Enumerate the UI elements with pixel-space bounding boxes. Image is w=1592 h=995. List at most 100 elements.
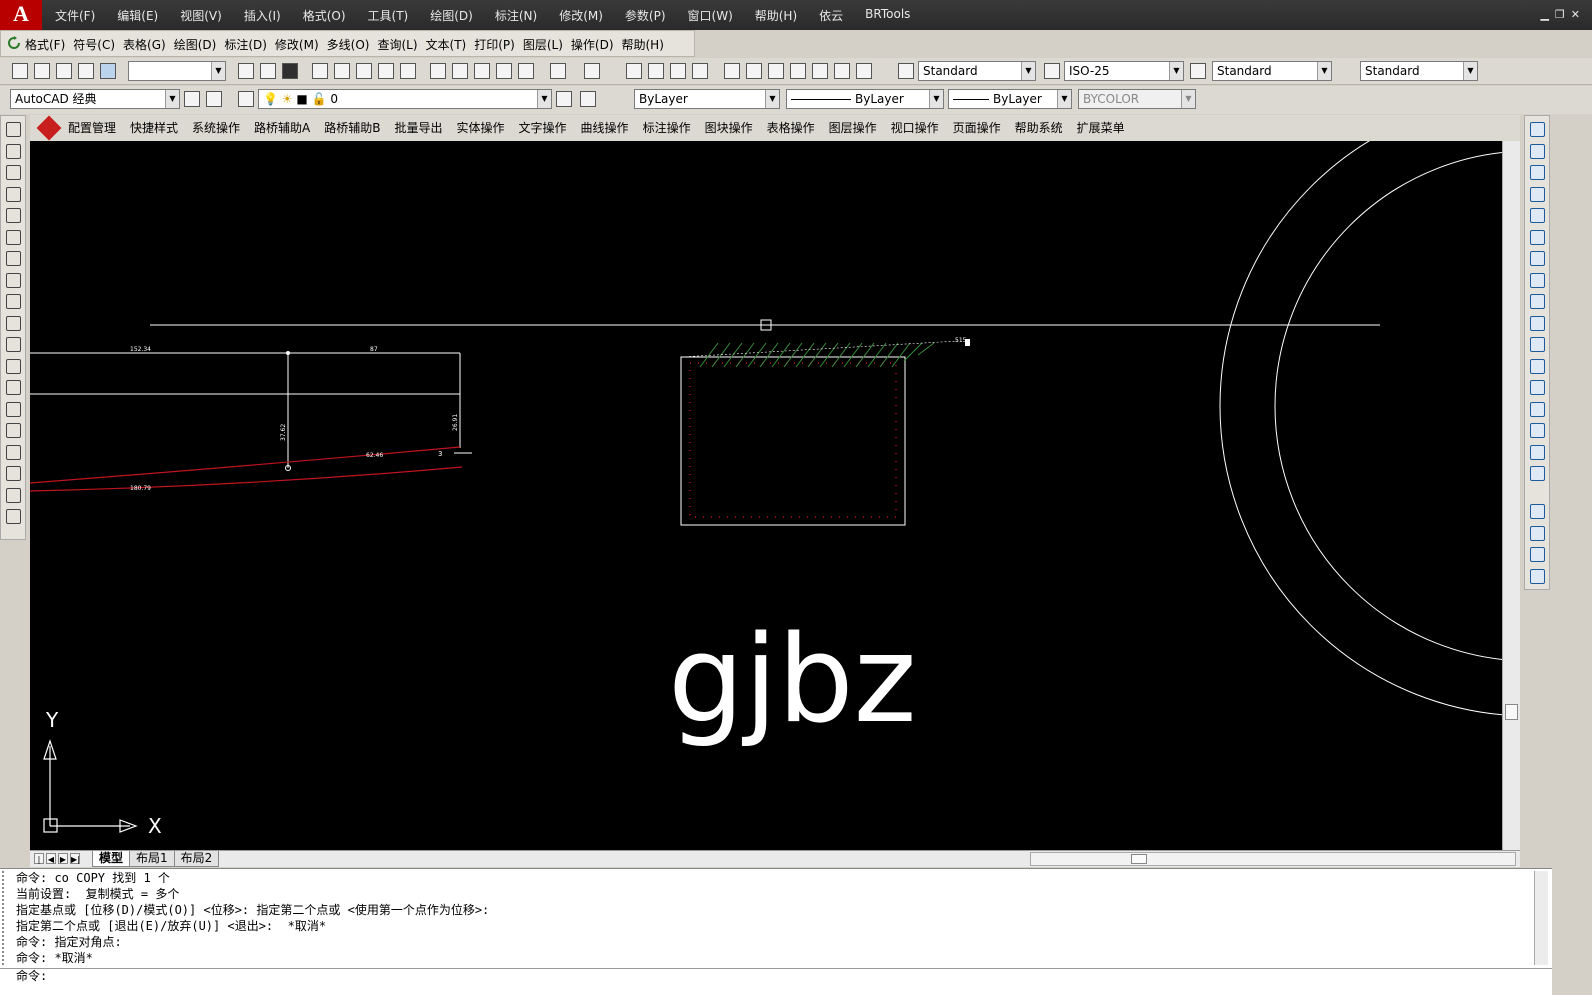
construction-line-icon[interactable]	[6, 143, 21, 159]
pan-icon[interactable]	[626, 63, 642, 79]
calculator-icon[interactable]	[834, 63, 850, 79]
layer-previous-icon[interactable]	[580, 91, 596, 107]
dim-style-dropdown[interactable]: ISO-25 ▼	[1064, 61, 1184, 81]
plugin-menu-item-8[interactable]: 曲线操作	[581, 119, 637, 136]
break-icon[interactable]	[1530, 380, 1545, 395]
custom-menu-item-4[interactable]: 标注(D)	[220, 36, 271, 53]
copy-object-icon[interactable]	[1530, 143, 1545, 159]
menu-item-8[interactable]: 修改(M)	[548, 7, 614, 24]
plugin-menu-item-6[interactable]: 实体操作	[457, 119, 513, 136]
tab-layout1[interactable]: 布局1	[129, 851, 175, 867]
green-hatch[interactable]	[699, 342, 935, 368]
break-at-point-icon[interactable]	[1530, 358, 1545, 374]
zoom-previous-icon[interactable]	[692, 63, 708, 79]
rectangle-icon[interactable]	[6, 208, 21, 223]
big-text-gjbz[interactable]: gjbz	[668, 611, 917, 750]
autocad-logo-icon[interactable]: A	[0, 0, 42, 30]
rectangle-frame[interactable]	[680, 356, 906, 526]
plugin-logo-icon[interactable]	[36, 115, 62, 141]
layer-manager-icon[interactable]	[238, 91, 254, 107]
block-editor-icon[interactable]	[496, 63, 512, 79]
tool-palettes-icon[interactable]	[768, 63, 784, 79]
qnew-icon[interactable]	[238, 63, 254, 79]
plugin-menu-item-1[interactable]: 快捷样式	[130, 119, 186, 136]
folder-open-icon[interactable]	[260, 63, 276, 79]
text-style-dropdown[interactable]: Standard ▼	[918, 61, 1036, 81]
print-icon[interactable]	[78, 63, 94, 79]
drawing-svg[interactable]: 152.34 87 37.62 26.91 62.46 180.79 3 515…	[30, 141, 1502, 850]
menu-item-9[interactable]: 参数(P)	[614, 7, 677, 24]
open-icon[interactable]	[34, 63, 50, 79]
design-center-icon[interactable]	[746, 63, 762, 79]
explode-icon[interactable]	[1530, 466, 1545, 481]
fillet-icon[interactable]	[1530, 444, 1545, 460]
draworder-above-icon[interactable]	[1530, 547, 1545, 562]
plugin-menu-item-5[interactable]: 批量导出	[395, 119, 451, 136]
menu-item-11[interactable]: 帮助(H)	[744, 7, 808, 24]
custom-menu-item-8[interactable]: 文本(T)	[422, 36, 471, 53]
point-icon[interactable]	[6, 401, 21, 417]
plugin-menu-item-16[interactable]: 扩展菜单	[1077, 119, 1133, 136]
menu-item-6[interactable]: 绘图(D)	[419, 7, 484, 24]
text-style-icon[interactable]	[898, 63, 914, 79]
red-curve-lower[interactable]	[30, 466, 463, 492]
redo-icon[interactable]	[584, 63, 600, 79]
plugin-menu-item-13[interactable]: 视口操作	[891, 119, 947, 136]
menu-item-0[interactable]: 文件(F)	[44, 7, 106, 24]
hatch-icon[interactable]	[6, 423, 21, 438]
menu-item-3[interactable]: 插入(I)	[233, 7, 292, 24]
color-dropdown[interactable]: ByLayer ▼	[634, 89, 780, 109]
plugin-menu-item-12[interactable]: 图层操作	[829, 119, 885, 136]
layer-lock-icon[interactable]: 🔓	[312, 92, 327, 106]
table-style-dropdown[interactable]: Standard ▼	[1212, 61, 1332, 81]
first-tab-icon[interactable]: |◀	[34, 853, 44, 875]
custom-menu-item-9[interactable]: 打印(P)	[470, 36, 519, 53]
make-block-icon[interactable]	[6, 380, 21, 395]
custom-menu-item-7[interactable]: 查询(L)	[373, 36, 421, 53]
plot-preview-icon[interactable]	[334, 63, 350, 79]
menu-item-5[interactable]: 工具(T)	[357, 7, 420, 24]
red-dotted-rect[interactable]	[689, 362, 897, 518]
menu-item-7[interactable]: 标注(N)	[484, 7, 548, 24]
brush-icon[interactable]	[518, 63, 534, 79]
gradient-icon[interactable]	[6, 444, 21, 460]
custom-menu-item-6[interactable]: 多线(O)	[323, 36, 374, 53]
stretch-icon[interactable]	[1530, 294, 1545, 309]
layer-color-icon[interactable]: ■	[296, 92, 307, 106]
publish-icon[interactable]	[356, 63, 372, 79]
hatch-grip[interactable]	[965, 339, 970, 346]
toolbar-blank-dropdown[interactable]: ▼	[128, 61, 226, 81]
paste-icon[interactable]	[452, 63, 468, 79]
erase-icon[interactable]	[1530, 122, 1545, 137]
circle-icon[interactable]	[6, 251, 21, 266]
close-icon[interactable]: ✕	[1571, 8, 1580, 21]
line-icon[interactable]	[6, 122, 21, 137]
last-tab-icon[interactable]: ▶|	[70, 853, 80, 864]
chamfer-icon[interactable]	[1530, 423, 1545, 438]
minimize-icon[interactable]: ▁	[1540, 8, 1548, 21]
drawing-canvas[interactable]: 152.34 87 37.62 26.91 62.46 180.79 3 515…	[30, 141, 1502, 850]
scale-icon[interactable]	[1530, 272, 1545, 288]
plugin-menu-item-4[interactable]: 路桥辅助B	[324, 119, 388, 136]
rotate-icon[interactable]	[1530, 251, 1545, 266]
layer-on-icon[interactable]: 💡	[263, 92, 278, 106]
custom-menu-item-11[interactable]: 操作(D)	[567, 36, 618, 53]
ellipse-arc-icon[interactable]	[6, 337, 21, 352]
sheet-set-icon[interactable]	[790, 63, 806, 79]
prev-tab-icon[interactable]: ◀	[46, 853, 56, 864]
properties-icon[interactable]	[724, 63, 740, 79]
insert-block-icon[interactable]	[6, 358, 21, 374]
make-current-layer-icon[interactable]	[556, 91, 572, 107]
custom-menu-item-2[interactable]: 表格(G)	[119, 36, 170, 53]
linetype-dropdown[interactable]: ByLayer ▼	[786, 89, 944, 109]
custom-menu-item-10[interactable]: 图层(L)	[519, 36, 567, 53]
copy-icon[interactable]	[430, 63, 446, 79]
custom-menu-item-5[interactable]: 修改(M)	[271, 36, 323, 53]
custom-menu-item-1[interactable]: 符号(C)	[69, 36, 119, 53]
dim-style-icon[interactable]	[1044, 63, 1060, 79]
cut-icon[interactable]	[400, 63, 416, 79]
extend-icon[interactable]	[1530, 337, 1545, 352]
draworder-front-icon[interactable]	[1530, 504, 1545, 519]
offset-icon[interactable]	[1530, 186, 1545, 202]
save-icon[interactable]	[56, 63, 72, 79]
